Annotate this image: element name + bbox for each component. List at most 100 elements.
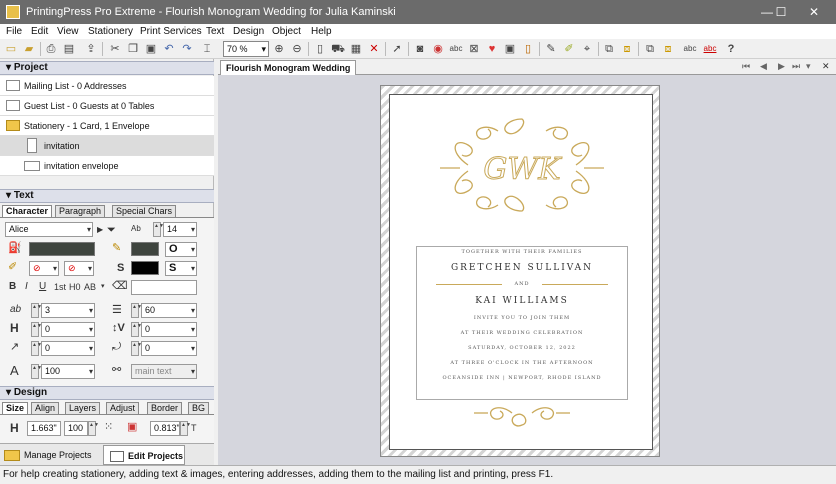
object-percent-input[interactable]: 100	[64, 421, 88, 436]
menu-view[interactable]: View	[57, 26, 79, 37]
object-height-input[interactable]: 1.663"	[27, 421, 61, 436]
project-item-stationery[interactable]: Stationery - 1 Card, 1 Envelope	[0, 116, 214, 136]
spellcheck-icon[interactable]: abc	[703, 42, 717, 56]
width-input[interactable]: 0 ▾	[141, 322, 197, 337]
rotation-input[interactable]: 0 ▾	[141, 341, 197, 356]
scale-stepper[interactable]: ▲▼	[31, 364, 42, 379]
fill-color-swatch[interactable]	[29, 242, 95, 256]
font-size-select[interactable]: 14 ▾	[163, 222, 197, 237]
publish-icon[interactable]: ⇪	[84, 42, 98, 56]
menu-edit[interactable]: Edit	[31, 26, 48, 37]
project-item-invitation[interactable]: invitation	[0, 136, 214, 156]
menu-design[interactable]: Design	[233, 26, 264, 37]
monogram-flourish[interactable]: GWK	[438, 115, 606, 215]
page-icon[interactable]: ▯	[313, 42, 327, 56]
edit-projects-tab[interactable]: Edit Projects	[103, 445, 185, 465]
shadow-style-select[interactable]: S ▾	[165, 261, 197, 276]
redo-icon[interactable]: ↷	[180, 42, 194, 56]
baseline-stepper[interactable]: ▲▼	[31, 341, 42, 356]
tab-adjust[interactable]: Adjust	[106, 402, 140, 414]
scale-input[interactable]: 100 ▾	[41, 364, 95, 379]
pen-icon[interactable]: ✎	[544, 42, 558, 56]
project-item-envelope[interactable]: invitation envelope	[0, 156, 214, 176]
text-style-icon[interactable]: abc	[683, 42, 697, 56]
text-header[interactable]: ▾ Text	[0, 189, 214, 203]
project-item-guest-list[interactable]: Guest List - 0 Guests at 0 Tables	[0, 96, 214, 116]
bold-button[interactable]: B	[9, 280, 16, 294]
object-offset-input[interactable]: 0.813"	[150, 421, 180, 436]
abc-icon[interactable]: abc	[449, 42, 463, 56]
offset-stepper[interactable]: ▲▼	[180, 421, 191, 436]
outline-color-swatch[interactable]	[131, 242, 159, 256]
heart-icon[interactable]: ♥	[485, 42, 499, 56]
cursor-text-icon[interactable]: ⌶	[200, 42, 214, 56]
zoom-in-icon[interactable]: ⊕	[272, 42, 286, 56]
align-icon[interactable]: ⧉	[643, 42, 657, 56]
last-page-icon[interactable]: ⏭	[792, 61, 800, 72]
font-select[interactable]: Alice ▾	[5, 222, 93, 237]
tab-character[interactable]: Character	[2, 205, 53, 217]
kerning-input[interactable]: 3 ▾	[41, 303, 95, 318]
menu-help[interactable]: Help	[311, 26, 332, 37]
border-icon[interactable]: ▯	[521, 42, 535, 56]
frame-icon[interactable]: ▣	[503, 42, 517, 56]
undo-icon[interactable]: ↶	[162, 42, 176, 56]
menu-stationery[interactable]: Stationery	[88, 26, 133, 37]
menu-icon[interactable]: ▾	[806, 61, 811, 72]
line-spacing-stepper[interactable]: ▲▼	[131, 303, 142, 318]
chevron-down-icon[interactable]: ▾	[101, 280, 105, 294]
baseline-input[interactable]: 0 ▾	[41, 341, 95, 356]
fill-bucket-icon[interactable]: ⛽	[8, 241, 22, 255]
caps-button[interactable]: AB	[84, 280, 96, 294]
document-tab[interactable]: Flourish Monogram Wedding	[220, 60, 357, 75]
project-item-mailing-list[interactable]: Mailing List - 0 Addresses	[0, 76, 214, 96]
prev-page-icon[interactable]: ◀	[760, 61, 767, 72]
delivery-icon[interactable]: ⛟	[331, 42, 345, 56]
highlighter-icon[interactable]: ✐	[8, 260, 17, 274]
kerning-stepper[interactable]: ▲▼	[31, 303, 42, 318]
print-icon[interactable]: ⎙	[44, 42, 58, 56]
pencil-icon[interactable]: ✎	[112, 241, 121, 255]
eyedropper-icon[interactable]: ✐	[562, 42, 576, 56]
lock-icon[interactable]: ▣	[127, 420, 137, 434]
copy-icon[interactable]: ❐	[126, 42, 140, 56]
highlight-color-select[interactable]: ⊘ ▾	[29, 261, 59, 276]
shadow-icon[interactable]: S	[117, 261, 124, 275]
eraser-icon[interactable]: ⌫	[112, 279, 128, 293]
menu-text[interactable]: Text	[206, 26, 224, 37]
cut-icon[interactable]: ✂	[108, 42, 122, 56]
print-preview-icon[interactable]: ▤	[62, 42, 76, 56]
filter-icon[interactable]: ⏷	[107, 223, 116, 237]
tab-border[interactable]: Border	[147, 402, 183, 414]
tab-bg[interactable]: BG	[188, 402, 210, 414]
bottom-flourish[interactable]	[474, 401, 570, 433]
zoom-out-icon[interactable]: ⊖	[290, 42, 304, 56]
shadow-color-swatch[interactable]	[131, 261, 159, 275]
zoom-select[interactable]: 70 % ▾	[223, 41, 269, 57]
help-icon[interactable]: ?	[724, 42, 738, 56]
width-stepper[interactable]: ▲▼	[131, 322, 142, 337]
tab-paragraph[interactable]: Paragraph	[55, 205, 106, 217]
tab-align[interactable]: Align	[31, 402, 60, 414]
superscript-button[interactable]: 1st	[54, 280, 66, 294]
text-effect-field[interactable]	[131, 280, 197, 295]
menu-print-services[interactable]: Print Services	[140, 26, 202, 37]
play-icon[interactable]: ▶	[97, 223, 103, 237]
height-stepper[interactable]: ▲▼	[31, 322, 42, 337]
italic-button[interactable]: I	[25, 280, 28, 294]
first-page-icon[interactable]: ⏮	[742, 61, 750, 72]
underline-button[interactable]: U	[39, 280, 46, 294]
style-select[interactable]: main text ▾	[131, 364, 197, 379]
font-size-stepper[interactable]: ▲▼	[153, 222, 164, 237]
subscript-button[interactable]: H0	[69, 280, 81, 294]
design-header[interactable]: ▾ Design	[0, 386, 214, 400]
transform-icon[interactable]: ⌖	[580, 42, 594, 56]
invitation-card[interactable]: GWK TOGETHER WITH THEIR FAMILIES GRETCHE…	[380, 85, 660, 457]
tab-layers[interactable]: Layers	[65, 402, 101, 414]
tab-size[interactable]: Size	[2, 402, 29, 414]
close-icon[interactable]: ✕	[822, 61, 830, 72]
menu-object[interactable]: Object	[272, 26, 301, 37]
height-input[interactable]: 0 ▾	[41, 322, 95, 337]
distribute-icon[interactable]: ⧈	[661, 42, 675, 56]
menu-file[interactable]: File	[6, 26, 22, 37]
